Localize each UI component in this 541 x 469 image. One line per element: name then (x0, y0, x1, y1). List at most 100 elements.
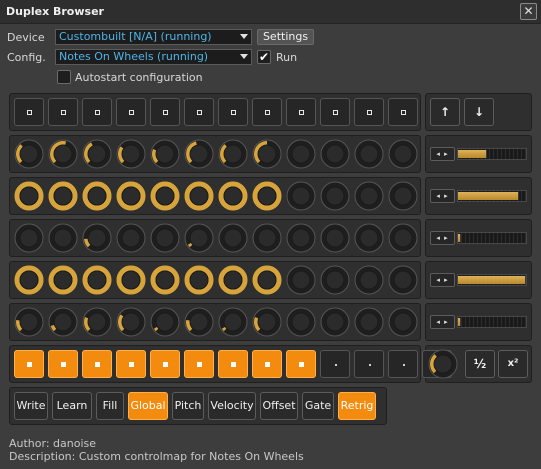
arrow-spinner[interactable]: ◂ ▸ (430, 231, 455, 245)
encoder-knob[interactable] (82, 265, 112, 295)
encoder-knob[interactable] (286, 181, 316, 211)
encoder-knob[interactable] (252, 307, 282, 337)
encoder-knob[interactable] (286, 139, 316, 169)
grid-button[interactable] (218, 98, 248, 126)
encoder-knob[interactable] (184, 223, 214, 253)
grid-button[interactable] (184, 98, 214, 126)
encoder-knob[interactable] (48, 265, 78, 295)
encoder-knob[interactable] (14, 223, 44, 253)
encoder-knob[interactable] (116, 307, 146, 337)
encoder-knob[interactable] (150, 307, 180, 337)
pad-button[interactable] (150, 350, 180, 378)
encoder-knob[interactable] (252, 181, 282, 211)
arrow-spinner[interactable]: ◂ ▸ (430, 189, 455, 203)
encoder-knob[interactable] (286, 265, 316, 295)
value-slider[interactable] (457, 316, 527, 328)
mode-button-offset[interactable]: Offset (260, 392, 298, 420)
encoder-knob[interactable] (82, 223, 112, 253)
encoder-knob[interactable] (388, 223, 418, 253)
encoder-knob[interactable] (388, 307, 418, 337)
close-button[interactable]: ✕ (520, 3, 537, 20)
encoder-knob[interactable] (252, 139, 282, 169)
encoder-knob[interactable] (354, 223, 384, 253)
encoder-knob[interactable] (184, 307, 214, 337)
encoder-knob[interactable] (116, 265, 146, 295)
encoder-knob[interactable] (14, 139, 44, 169)
grid-button[interactable] (252, 98, 282, 126)
encoder-knob[interactable] (184, 139, 214, 169)
encoder-knob[interactable] (320, 223, 350, 253)
mode-button-retrig[interactable]: Retrig (338, 392, 376, 420)
encoder-knob[interactable] (48, 223, 78, 253)
up-button[interactable]: ↑ (430, 98, 460, 126)
down-button[interactable]: ↓ (464, 98, 494, 126)
pad-button[interactable] (286, 350, 316, 378)
arrow-spinner[interactable]: ◂ ▸ (430, 273, 455, 287)
encoder-knob[interactable] (218, 181, 248, 211)
encoder-knob[interactable] (14, 181, 44, 211)
grid-button[interactable] (14, 98, 44, 126)
grid-button[interactable] (354, 98, 384, 126)
value-slider[interactable] (457, 190, 527, 202)
grid-button[interactable] (48, 98, 78, 126)
encoder-knob[interactable] (218, 265, 248, 295)
pad-button[interactable] (354, 350, 384, 378)
encoder-knob[interactable] (150, 139, 180, 169)
mode-button-fill[interactable]: Fill (96, 392, 124, 420)
device-select[interactable]: Custombuilt [N/A] (running) (55, 29, 252, 45)
encoder-knob[interactable] (82, 139, 112, 169)
pad-button[interactable] (252, 350, 282, 378)
encoder-knob[interactable] (218, 307, 248, 337)
mode-button-global[interactable]: Global (128, 392, 168, 420)
value-slider[interactable] (457, 232, 527, 244)
grid-button[interactable] (82, 98, 112, 126)
encoder-knob[interactable] (218, 139, 248, 169)
encoder-knob[interactable] (320, 265, 350, 295)
double-button[interactable]: x² (498, 350, 528, 378)
run-checkbox[interactable]: ✔ (257, 50, 271, 64)
encoder-knob[interactable] (48, 307, 78, 337)
encoder-knob[interactable] (354, 265, 384, 295)
encoder-knob[interactable] (116, 139, 146, 169)
encoder-knob[interactable] (286, 223, 316, 253)
encoder-knob[interactable] (388, 265, 418, 295)
encoder-knob[interactable] (354, 139, 384, 169)
encoder-knob[interactable] (354, 181, 384, 211)
encoder-knob[interactable] (116, 223, 146, 253)
encoder-knob[interactable] (116, 181, 146, 211)
pad-button[interactable] (218, 350, 248, 378)
pad-button[interactable] (82, 350, 112, 378)
encoder-knob[interactable] (388, 139, 418, 169)
encoder-knob[interactable] (150, 265, 180, 295)
pad-button[interactable] (388, 350, 418, 378)
encoder-knob[interactable] (82, 307, 112, 337)
encoder-knob[interactable] (218, 223, 248, 253)
encoder-knob[interactable] (252, 223, 282, 253)
mode-button-learn[interactable]: Learn (52, 392, 92, 420)
encoder-knob[interactable] (320, 181, 350, 211)
pad-button[interactable] (320, 350, 350, 378)
mode-button-gate[interactable]: Gate (302, 392, 334, 420)
encoder-knob[interactable] (150, 223, 180, 253)
pad-button[interactable] (116, 350, 146, 378)
grid-button[interactable] (150, 98, 180, 126)
grid-button[interactable] (116, 98, 146, 126)
value-slider[interactable] (457, 148, 527, 160)
settings-button[interactable]: Settings (257, 29, 314, 45)
mode-button-write[interactable]: Write (14, 392, 48, 420)
grid-button[interactable] (286, 98, 316, 126)
encoder-knob[interactable] (286, 307, 316, 337)
pad-button[interactable] (184, 350, 214, 378)
arrow-spinner[interactable]: ◂ ▸ (430, 315, 455, 329)
pad-button[interactable] (48, 350, 78, 378)
transpose-knob[interactable] (428, 349, 458, 379)
config-select[interactable]: Notes On Wheels (running) (55, 49, 252, 65)
grid-button[interactable] (320, 98, 350, 126)
pad-button[interactable] (14, 350, 44, 378)
encoder-knob[interactable] (320, 139, 350, 169)
mode-button-pitch[interactable]: Pitch (172, 392, 204, 420)
encoder-knob[interactable] (184, 181, 214, 211)
encoder-knob[interactable] (14, 265, 44, 295)
encoder-knob[interactable] (252, 265, 282, 295)
autostart-checkbox[interactable] (57, 70, 71, 84)
